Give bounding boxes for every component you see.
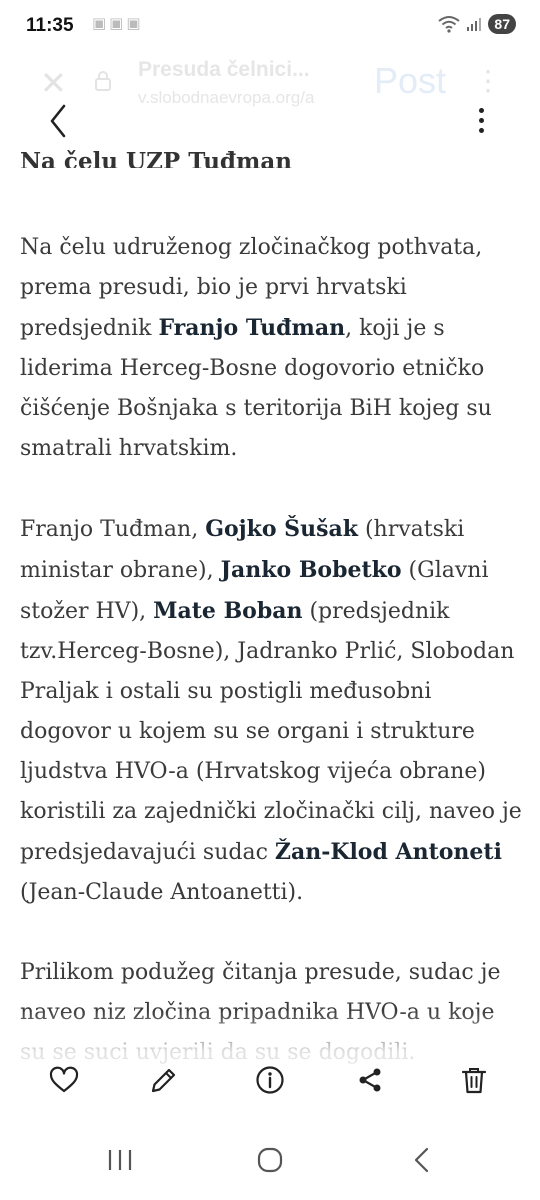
system-indicators: 87 — [438, 14, 516, 34]
back-button[interactable] — [40, 98, 80, 144]
url-text[interactable]: v.slobodnaevropa.org/a — [138, 88, 356, 108]
browser-menu-icon[interactable]: ⋮ — [474, 64, 502, 97]
lock-icon — [95, 71, 111, 91]
delete-button[interactable] — [452, 1058, 496, 1102]
details-button[interactable] — [248, 1058, 292, 1102]
clock: 11:35 — [26, 15, 74, 36]
name-franjo-tudjman: Franjo Tuđman — [158, 315, 346, 341]
paragraph-2: Franjo Tuđman, Gojko Šušak (hrvatski min… — [20, 516, 522, 905]
status-bar: 11:35 ▣▣▣ 87 — [0, 0, 540, 54]
close-tab-icon[interactable]: ✕ — [40, 64, 67, 102]
chevron-left-icon — [50, 104, 66, 138]
browser-toolbar: ✕ Presuda čelnici... v.slobodnaevropa.or… — [0, 54, 540, 114]
name-mate-boban: Mate Boban — [153, 598, 303, 624]
back-nav-icon[interactable] — [408, 1146, 436, 1174]
like-button[interactable] — [42, 1058, 86, 1102]
more-options-button[interactable] — [468, 98, 498, 144]
share-icon — [359, 1068, 381, 1092]
paragraph-1: Na čelu udruženog zločinačkog pothvata, … — [20, 235, 492, 461]
edit-button[interactable] — [142, 1058, 186, 1102]
wifi-icon — [438, 16, 461, 33]
page-title: Presuda čelnici... — [138, 58, 310, 81]
name-gojko-susak: Gojko Šušak — [205, 516, 358, 542]
post-logo: Post — [374, 60, 447, 101]
recent-apps-icon[interactable] — [106, 1148, 134, 1172]
info-icon — [256, 1066, 284, 1094]
system-navigation-bar — [0, 1120, 540, 1200]
name-janko-bobetko: Janko Bobetko — [220, 557, 402, 583]
more-vertical-icon — [479, 108, 484, 113]
notification-icons: ▣▣▣ — [92, 14, 144, 32]
article-body: Na čelu UZP Tuđman Na čelu udruženog zlo… — [20, 148, 525, 1073]
pencil-icon — [151, 1068, 176, 1093]
section-heading: Na čelu UZP Tuđman — [20, 148, 292, 168]
share-button[interactable] — [348, 1058, 392, 1102]
battery-badge: 87 — [488, 14, 516, 34]
signal-icon — [467, 18, 482, 31]
trash-icon — [461, 1068, 487, 1094]
heart-icon — [49, 1066, 79, 1093]
action-bar — [0, 1050, 540, 1110]
home-icon[interactable] — [256, 1146, 284, 1174]
name-zan-klod-antoneti: Žan-Klod Antoneti — [274, 839, 502, 865]
